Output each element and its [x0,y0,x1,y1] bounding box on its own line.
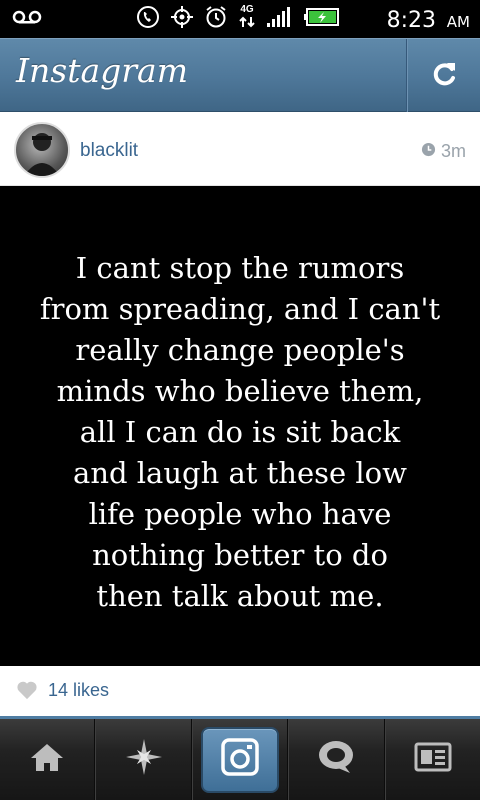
photo-quote-text: I cant stop the rumors from spreading, a… [39,251,441,613]
home-icon [29,741,65,778]
news-speech-bubble-icon [316,739,356,780]
network-4g-icon: 4G [238,5,256,33]
status-icons: 4G [136,5,340,33]
timestamp-text: 3m [440,141,466,161]
tab-camera[interactable] [191,719,289,800]
network-label: 4G [240,4,254,15]
tab-profile[interactable] [384,719,480,800]
profile-card-icon [414,742,452,777]
post-header: blacklit 3m [0,112,480,186]
camera-button[interactable] [201,726,280,793]
clock-icon [421,141,436,162]
post-timestamp: 3m [421,141,466,162]
likes-row: 14 likes [0,666,480,716]
clock-ampm: AM [446,13,470,31]
tab-home[interactable] [0,719,96,800]
signal-icon [266,6,294,33]
refresh-icon [430,59,460,94]
alarm-icon [204,5,228,34]
explore-star-icon [124,737,164,782]
battery-icon [304,7,340,32]
voicemail-icon [12,9,42,30]
refresh-button[interactable] [410,39,480,113]
heart-icon[interactable] [16,680,38,705]
status-bar: 4G 8:23 AM [0,0,480,38]
tab-news[interactable] [288,719,385,800]
call-icon [136,5,160,34]
tab-explore[interactable] [95,719,192,800]
bottom-tab-bar [0,716,480,800]
clock-time: 8:23 [386,8,436,33]
app-title: Instagram [16,51,189,90]
likes-count[interactable]: 14 likes [48,680,109,701]
avatar[interactable] [14,122,70,178]
post-username[interactable]: blacklit [80,140,138,162]
gps-icon [170,5,194,34]
camera-icon [220,737,260,782]
header-divider [406,39,408,113]
app-header: Instagram [0,38,480,113]
post-photo[interactable]: I cant stop the rumors from spreading, a… [0,187,480,666]
